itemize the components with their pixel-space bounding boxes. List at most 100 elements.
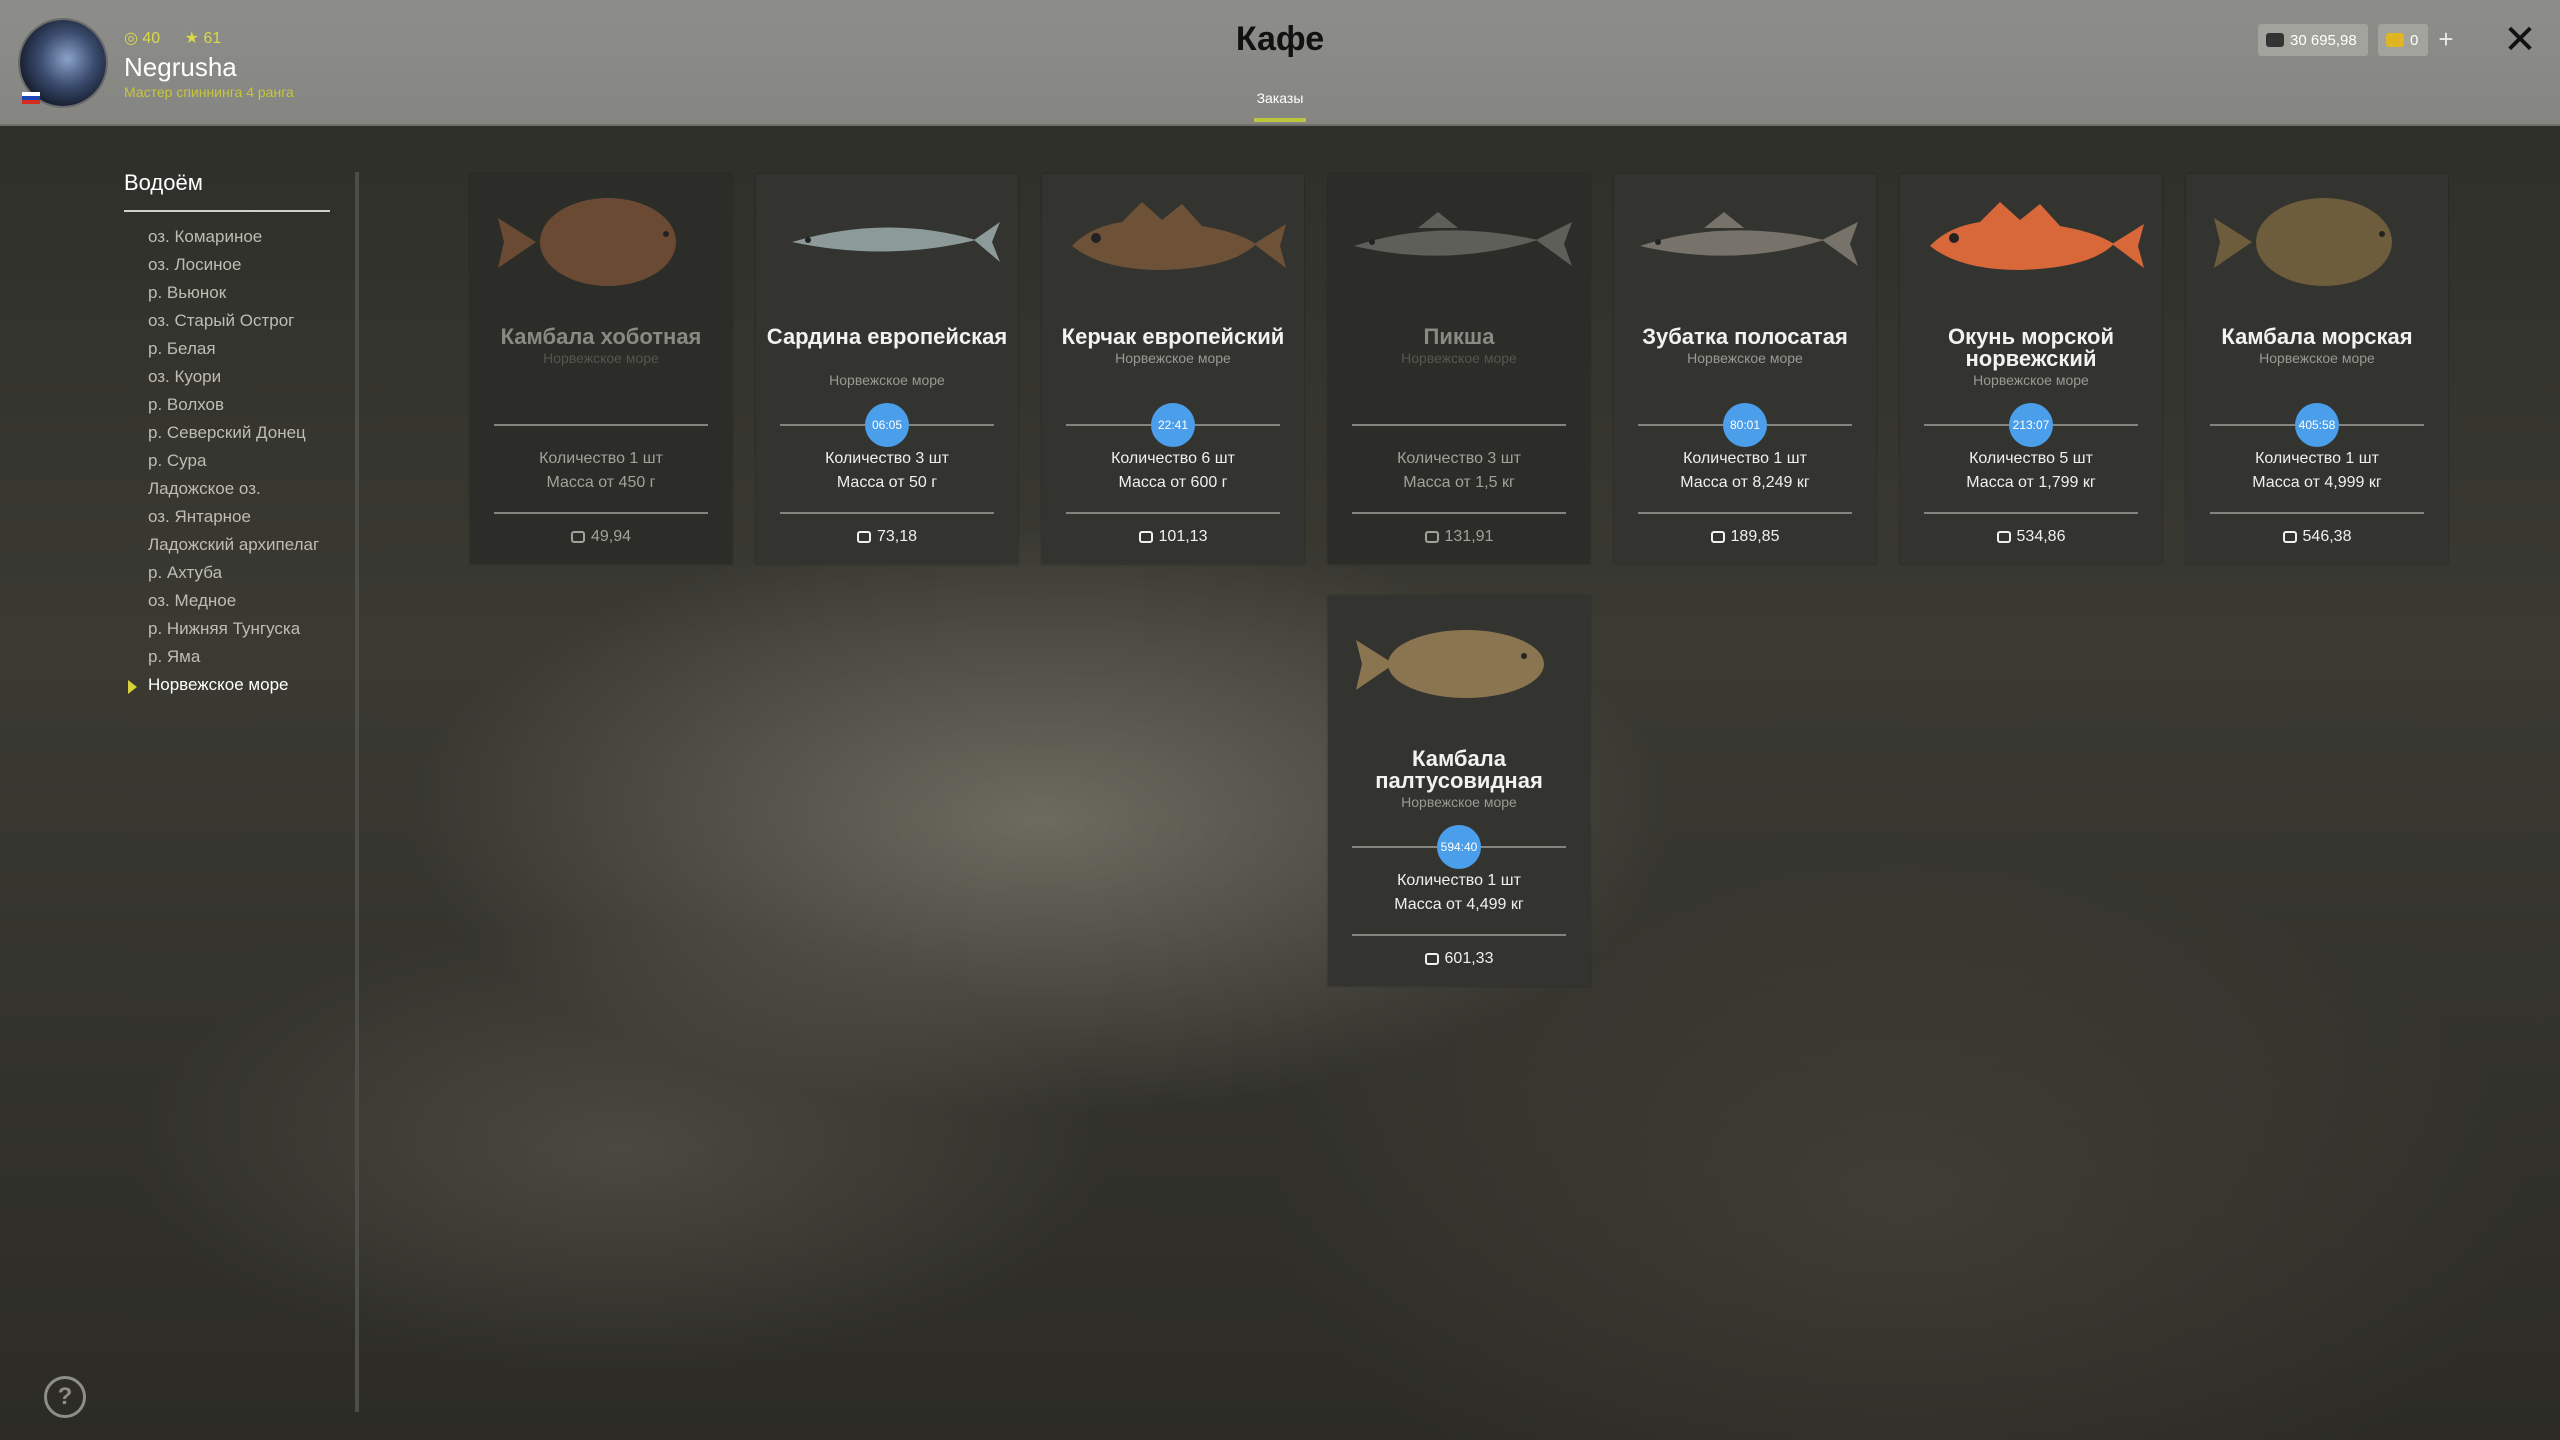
- lake-item[interactable]: р. Ахтуба: [148, 562, 319, 590]
- reward-value: 131,91: [1444, 528, 1494, 545]
- card-divider: [1638, 512, 1852, 514]
- lake-item[interactable]: р. Северский Донец: [148, 422, 319, 450]
- order-mass: Масса от 600 г: [1118, 474, 1228, 491]
- sidebar-divider[interactable]: [355, 172, 359, 1412]
- order-quantity: Количество 1 шт: [539, 450, 663, 467]
- order-quantity: Количество 3 шт: [825, 450, 949, 467]
- fish-image: [1328, 606, 1590, 726]
- fish-name: Окунь морской норвежский: [1947, 324, 2115, 371]
- silver-coin-icon: [2266, 33, 2284, 47]
- order-card[interactable]: Окунь морской норвежский Норвежское море 2…: [1900, 174, 2162, 564]
- order-timer-badge: 213:07: [2009, 403, 2053, 447]
- lake-item[interactable]: оз. Комариное: [148, 226, 319, 254]
- silver-coin-icon: [1138, 531, 1153, 543]
- lake-item-label: р. Волхов: [148, 395, 225, 414]
- fish-name: Керчак европейский: [1061, 324, 1285, 349]
- order-card[interactable]: Пикша Норвежское море Количество 3 шт Масса…: [1328, 174, 1590, 564]
- order-mass: Масса от 8,249 кг: [1680, 474, 1810, 491]
- lake-list: оз. Комариное оз. Лосиное р. Вьюнок оз. Ста…: [128, 226, 319, 702]
- order-card[interactable]: Керчак европейский Норвежское море 22:41 Ко…: [1042, 174, 1304, 564]
- card-divider: [1352, 424, 1566, 426]
- fish-name: Зубатка полосатая: [1642, 324, 1848, 349]
- order-card[interactable]: Сардина европейская Норвежское море 06:05 К…: [756, 174, 1018, 564]
- silver-coin-icon: [570, 531, 585, 543]
- lake-item[interactable]: оз. Янтарное: [148, 506, 319, 534]
- order-quantity: Количество 1 шт: [2255, 450, 2379, 467]
- lake-item-label: р. Северский Донец: [148, 423, 306, 442]
- fish-image: [1900, 184, 2162, 304]
- order-quantity: Количество 3 шт: [1397, 450, 1521, 467]
- lake-item-label: оз. Старый Острог: [148, 311, 295, 330]
- order-card[interactable]: Камбала палтусовидная Норвежское море 594:…: [1328, 596, 1590, 986]
- lake-item[interactable]: р. Сура: [148, 450, 319, 478]
- gold-coin-icon: [2386, 33, 2404, 47]
- order-mass: Масса от 1,5 кг: [1403, 474, 1515, 491]
- page-title: Кафе: [1235, 20, 1325, 58]
- lake-item-label: оз. Комариное: [148, 227, 263, 246]
- silver-coin-icon: [1424, 953, 1439, 965]
- fish-name: Пикша: [1423, 324, 1495, 349]
- card-divider: [1924, 512, 2138, 514]
- fish-name: Сардина европейская: [766, 324, 1008, 349]
- lake-item[interactable]: Норвежское море: [128, 674, 319, 702]
- order-reward: 49,94: [470, 528, 732, 546]
- gold-value: 0: [2410, 31, 2419, 49]
- silver-coin-icon: [856, 531, 871, 543]
- fish-lake: Норвежское море: [1401, 350, 1517, 366]
- order-mass: Масса от 4,499 кг: [1394, 896, 1524, 913]
- fish-name: Камбала морская: [2221, 324, 2413, 349]
- lake-item[interactable]: оз. Старый Острог: [148, 310, 319, 338]
- lake-item[interactable]: Ладожское оз.: [148, 478, 319, 506]
- sidebar-title: Водоём: [124, 170, 203, 195]
- silver-coin-icon: [1710, 531, 1725, 543]
- fish-image: [756, 184, 1018, 304]
- reward-value: 601,33: [1444, 950, 1494, 967]
- lake-item[interactable]: р. Вьюнок: [148, 282, 319, 310]
- lake-item[interactable]: р. Нижняя Тунгуска: [148, 618, 319, 646]
- lake-item[interactable]: оз. Лосиное: [148, 254, 319, 282]
- fish-name: Камбала палтусовидная: [1375, 746, 1543, 793]
- order-timer-badge: 80:01: [1723, 403, 1767, 447]
- lake-item[interactable]: оз. Медное: [148, 590, 319, 618]
- gold-balance: 0: [2378, 24, 2428, 56]
- order-card[interactable]: Камбала морская Норвежское море 405:58 Коли…: [2186, 174, 2448, 564]
- fish-lake: Норвежское море: [543, 350, 659, 366]
- add-gold-button[interactable]: +: [2432, 24, 2460, 56]
- reward-value: 546,38: [2302, 528, 2352, 545]
- reward-value: 189,85: [1730, 528, 1780, 545]
- silver-value: 30 695,98: [2290, 31, 2357, 49]
- lake-item[interactable]: р. Яма: [148, 646, 319, 674]
- lake-item[interactable]: р. Белая: [148, 338, 319, 366]
- order-reward: 101,13: [1042, 528, 1304, 546]
- close-button[interactable]: ✕: [2500, 18, 2540, 62]
- fish-image: [1328, 184, 1590, 304]
- order-timer-badge: 22:41: [1151, 403, 1195, 447]
- order-reward: 534,86: [1900, 528, 2162, 546]
- card-divider: [1352, 934, 1566, 936]
- order-card[interactable]: Камбала хоботная Норвежское море Количеств…: [470, 174, 732, 564]
- help-button[interactable]: ?: [44, 1376, 86, 1418]
- order-timer-badge: 405:58: [2295, 403, 2339, 447]
- lake-item[interactable]: оз. Куори: [148, 366, 319, 394]
- order-timer-badge: 06:05: [865, 403, 909, 447]
- selected-arrow-icon: [128, 680, 137, 694]
- tab-orders[interactable]: Заказы: [1230, 90, 1330, 106]
- order-reward: 601,33: [1328, 950, 1590, 968]
- lake-item-label: оз. Янтарное: [148, 507, 251, 526]
- fish-lake: Норвежское море: [1973, 372, 2089, 388]
- silver-coin-icon: [2282, 531, 2297, 543]
- lake-item-label: Ладожское оз.: [148, 479, 261, 498]
- silver-coin-icon: [1996, 531, 2011, 543]
- lake-item[interactable]: Ладожский архипелаг: [148, 534, 319, 562]
- order-reward: 131,91: [1328, 528, 1590, 546]
- lake-item[interactable]: р. Волхов: [148, 394, 319, 422]
- order-card[interactable]: Зубатка полосатая Норвежское море 80:01 Кол…: [1614, 174, 1876, 564]
- order-reward: 546,38: [2186, 528, 2448, 546]
- fish-lake: Норвежское море: [2259, 350, 2375, 366]
- silver-balance: 30 695,98: [2258, 24, 2368, 56]
- lake-item-label: Ладожский архипелаг: [148, 535, 320, 554]
- order-mass: Масса от 50 г: [836, 474, 938, 491]
- card-divider: [1352, 512, 1566, 514]
- fish-lake: Норвежское море: [1401, 794, 1517, 810]
- lake-item-label: оз. Куори: [148, 367, 222, 386]
